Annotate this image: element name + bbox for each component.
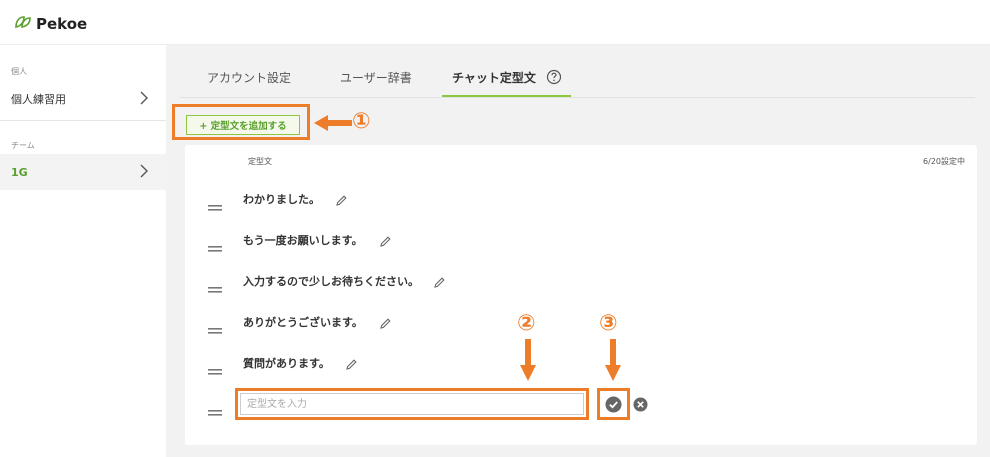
chevron-right-icon xyxy=(138,90,150,110)
pencil-icon[interactable] xyxy=(379,233,392,252)
list-item: もう一度お願いします。 xyxy=(185,228,977,252)
sidebar-divider xyxy=(0,120,166,121)
sidebar-item-personal[interactable]: 個人練習用 xyxy=(0,81,166,117)
template-text: 質問があります。 xyxy=(243,357,330,370)
pencil-icon[interactable] xyxy=(379,315,392,334)
tab-user-dictionary[interactable]: ユーザー辞書 xyxy=(340,69,412,86)
template-text: ありがとうございます。 xyxy=(243,316,363,329)
left-arrow-icon xyxy=(314,115,352,131)
sidebar: 個人 個人練習用 チーム 1G xyxy=(0,45,166,457)
pencil-icon[interactable] xyxy=(433,274,446,293)
list-item: ありがとうございます。 xyxy=(185,310,977,334)
down-arrow-icon xyxy=(520,339,536,381)
drag-handle-icon[interactable] xyxy=(208,360,222,379)
list-item: 入力するので少しお待ちください。 xyxy=(185,269,977,293)
sidebar-section-personal: 個人 xyxy=(11,67,27,76)
pencil-icon[interactable] xyxy=(335,192,348,211)
sidebar-section-team: チーム xyxy=(11,141,35,150)
annotation-3: ③ xyxy=(599,311,618,336)
template-count: 6/20設定中 xyxy=(923,157,965,166)
pencil-icon[interactable] xyxy=(345,356,358,375)
down-arrow-icon xyxy=(605,339,621,381)
list-item: わかりました。 xyxy=(185,187,977,211)
app-name: Pekoe xyxy=(36,15,88,33)
app-logo[interactable]: Pekoe xyxy=(14,14,87,34)
leaf-icon xyxy=(14,14,32,34)
tab-bar: アカウント設定 ユーザー辞書 チャット定型文 xyxy=(180,45,975,98)
annotation-box-3 xyxy=(597,388,630,420)
tab-chat-templates[interactable]: チャット定型文 xyxy=(452,69,562,88)
sidebar-item-label: 1G xyxy=(11,165,28,179)
top-bar: Pekoe xyxy=(0,0,990,45)
sidebar-item-team[interactable]: 1G xyxy=(0,154,166,190)
list-item: 質問があります。 xyxy=(185,351,977,375)
drag-handle-icon[interactable] xyxy=(208,278,222,297)
template-input[interactable] xyxy=(240,393,584,415)
close-circle-icon[interactable] xyxy=(633,397,648,416)
tab-label: チャット定型文 xyxy=(452,71,536,85)
template-text: 入力するので少しお待ちください。 xyxy=(243,275,419,288)
annotation-box-1: + 定型文を追加する xyxy=(172,104,310,140)
template-text: わかりました。 xyxy=(243,193,320,206)
drag-handle-icon[interactable] xyxy=(208,237,222,256)
check-circle-icon[interactable] xyxy=(605,396,622,417)
annotation-box-2 xyxy=(235,388,589,420)
active-tab-indicator xyxy=(442,95,571,97)
template-list-card: 定型文 6/20設定中 わかりました。 もう一度お願いします。 入力するので少し… xyxy=(185,145,977,445)
add-template-button[interactable]: + 定型文を追加する xyxy=(186,115,300,135)
column-header: 定型文 xyxy=(248,157,272,166)
drag-handle-icon[interactable] xyxy=(208,401,222,420)
chevron-right-icon xyxy=(138,163,150,183)
tab-account-settings[interactable]: アカウント設定 xyxy=(207,69,291,86)
help-icon[interactable] xyxy=(546,69,562,88)
drag-handle-icon[interactable] xyxy=(208,196,222,215)
annotation-2: ② xyxy=(517,311,536,336)
annotation-1: ① xyxy=(352,109,371,134)
sidebar-item-label: 個人練習用 xyxy=(11,93,66,106)
template-text: もう一度お願いします。 xyxy=(243,234,363,247)
drag-handle-icon[interactable] xyxy=(208,319,222,338)
main-content: アカウント設定 ユーザー辞書 チャット定型文 + 定型文を追加する ① 定型文 … xyxy=(166,45,990,457)
